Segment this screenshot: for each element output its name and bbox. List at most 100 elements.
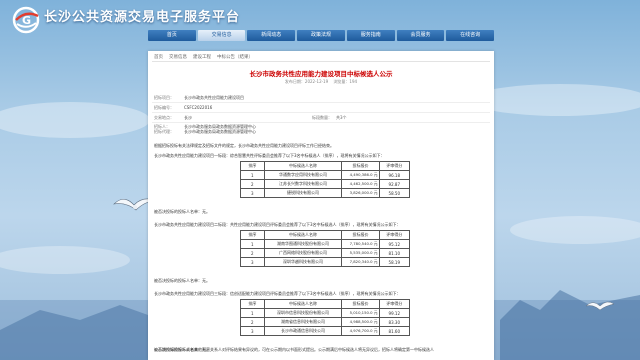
column-header: 中标候选人名称	[263, 230, 343, 240]
column-header: 评审得分	[378, 299, 411, 309]
table-cell: 深圳市信息科技股份有限公司	[263, 308, 343, 318]
paragraph: 被否决投标的投标人名单：无。	[154, 209, 210, 214]
table-cell: 5,010,150.0 元	[341, 308, 380, 318]
table-header-row: 排序 中标候选人名称 投标报价 评审得分	[240, 161, 411, 171]
table-cell: 81.10	[378, 248, 411, 258]
info-value: 共3个	[336, 115, 347, 120]
column-header: 中标候选人名称	[263, 161, 343, 171]
breadcrumb-item[interactable]: 建设工程	[193, 55, 211, 60]
table-cell: 3,826,000.0 元	[341, 188, 380, 198]
info-row: 招标编号： CSFC2022016	[154, 105, 212, 111]
content-panel: 首页 交易信息 建设工程 中标公告（结果） 长沙市政务共性应用能力建设项目中标候选人公…	[148, 51, 494, 360]
paragraph: 长沙市政务共性应用能力建设项目一标段：综合智慧共性评标委员会推荐了以下3名中标候…	[154, 153, 385, 158]
info-value: 长沙市政务共性应用能力建设项目	[184, 95, 244, 100]
nav-item[interactable]: 在线咨询	[446, 30, 495, 41]
table-row: 2 江苏长兴数字科技有限公司 4,462,500.0 元 92.87	[240, 179, 411, 189]
candidate-table: 排序 中标候选人名称 投标报价 评审得分 1 深圳市信息科技股份有限公司 5,010,150…	[240, 299, 411, 336]
table-row: 1 华通数字应用科技有限公司 4,490,386.0 元 96.18	[240, 170, 411, 180]
table-row: 3 捷锐科技有限公司 3,826,000.0 元 58.50	[240, 188, 411, 198]
table-cell: 江苏长兴数字科技有限公司	[263, 179, 343, 189]
nav-item[interactable]: 首页	[148, 30, 196, 41]
column-header: 投标报价	[341, 230, 380, 240]
table-cell: 4,490,386.0 元	[341, 170, 380, 180]
breadcrumb-item[interactable]: 交易信息	[169, 55, 187, 60]
table-row: 1 深圳市信息科技股份有限公司 5,010,150.0 元 99.12	[240, 308, 411, 318]
breadcrumb-item[interactable]: 中标公告（结果）	[217, 55, 253, 60]
info-key: 招标项目：	[154, 95, 174, 100]
paragraph: 根据招标投标有关法律规定及招标文件的规定，长沙市政务共性应用能力建设项目评标工作…	[154, 143, 334, 148]
info-row: 交易地点： 长沙 标段数量： 共3个	[154, 115, 347, 121]
info-row: 招标项目： 长沙市政务共性应用能力建设项目	[154, 95, 244, 101]
info-value: 长沙	[184, 115, 192, 120]
table-cell: 2	[240, 248, 265, 258]
main-nav: 首页 交易信息 新闻动态 政策法规 服务指南 会员服务 在线咨询	[148, 30, 495, 42]
table-cell: 湖南省信息科技有限公司	[263, 317, 343, 327]
site-logo-icon: G	[12, 6, 40, 34]
view-count: 浏览量：194	[333, 79, 358, 84]
nav-item[interactable]: 交易信息	[197, 30, 246, 41]
site-header: G 长沙公共资源交易电子服务平台 首页 交易信息 新闻动态 政策法规 服务指南 会员服务在…	[0, 0, 640, 44]
divider	[152, 122, 490, 123]
table-cell: 81.60	[378, 326, 411, 336]
column-header: 投标报价	[341, 161, 380, 171]
table-cell: 1	[240, 308, 265, 318]
table-cell: 3	[240, 257, 265, 267]
table-cell: 7,780,540.0 元	[341, 239, 380, 249]
table-cell: 5,535,000.0 元	[341, 248, 380, 258]
table-cell: 2	[240, 179, 265, 189]
page-title: 长沙市政务共性应用能力建设项目中标候选人公示	[249, 70, 393, 78]
table-cell: 4,462,500.0 元	[341, 179, 380, 189]
table-cell: 1	[240, 170, 265, 180]
paragraph: 被否决投标的投标人名单：无。	[154, 278, 210, 283]
scroll-fade	[148, 352, 494, 360]
table-cell: 1	[240, 239, 265, 249]
table-cell: 95.12	[378, 239, 411, 249]
table-cell: 92.87	[378, 179, 411, 189]
nav-item[interactable]: 政策法规	[297, 30, 345, 41]
doc-meta: 发布日期：2022-12-19 浏览量：194	[148, 79, 494, 85]
divider	[152, 112, 490, 113]
info-key: 交易地点：	[154, 115, 174, 120]
table-cell: 长沙市政通信息科技公司	[263, 326, 343, 336]
table-cell: 广西网络科技股份有限公司	[263, 248, 343, 258]
info-value: CSFC2022016	[184, 105, 213, 110]
candidate-table: 排序 中标候选人名称 投标报价 评审得分 1 湖南华图通科技股份有限公司 7,780,540…	[240, 230, 411, 267]
svg-text:G: G	[22, 14, 31, 27]
divider	[152, 61, 490, 62]
table-cell: 2	[240, 317, 265, 327]
info-key: 标段数量：	[312, 115, 332, 120]
table-cell: 华通数字应用科技有限公司	[263, 170, 343, 180]
table-cell: 3	[240, 326, 265, 336]
nav-item[interactable]: 新闻动态	[247, 30, 296, 41]
nav-item[interactable]: 服务指南	[346, 30, 395, 41]
column-header: 评审得分	[378, 161, 411, 171]
table-row: 1 湖南华图通科技股份有限公司 7,780,540.0 元 95.12	[240, 239, 411, 249]
column-header: 评审得分	[378, 230, 411, 240]
table-row: 2 广西网络科技股份有限公司 5,535,000.0 元 81.10	[240, 248, 411, 258]
column-header: 投标报价	[341, 299, 380, 309]
column-header: 排序	[240, 161, 265, 171]
publish-date: 发布日期：2022-12-19	[284, 79, 329, 84]
table-cell: 深圳华越科技有限公司	[263, 257, 343, 267]
table-row: 3 深圳华越科技有限公司 7,820,340.0 元 58.19	[240, 257, 411, 267]
paragraph: 长沙市政务共性应用能力建设项目三标段：信创适配能力建设项目评标委员会推荐了以下3…	[154, 291, 401, 296]
candidate-table: 排序 中标候选人名称 投标报价 评审得分 1 华通数字应用科技有限公司 4,490,386.…	[240, 161, 411, 198]
table-row: 2 湖南省信息科技有限公司 4,988,500.0 元 83.30	[240, 317, 411, 327]
column-header: 排序	[240, 299, 265, 309]
table-cell: 4,988,500.0 元	[341, 317, 380, 327]
table-cell: 7,820,340.0 元	[341, 257, 380, 267]
breadcrumb: 首页 交易信息 建设工程 中标公告（结果）	[154, 54, 259, 60]
info-key: 招标编号：	[154, 105, 174, 110]
nav-item[interactable]: 会员服务	[396, 30, 445, 41]
table-cell: 99.12	[378, 308, 411, 318]
paragraph: 长沙市政务共性应用能力建设项目二标段：共性应用能力建设项目评标委员会推荐了以下3…	[154, 222, 401, 227]
table-header-row: 排序 中标候选人名称 投标报价 评审得分	[240, 230, 411, 240]
breadcrumb-item[interactable]: 首页	[154, 55, 163, 60]
column-header: 排序	[240, 230, 265, 240]
info-key: 招标代理：	[154, 129, 174, 134]
table-cell: 3	[240, 188, 265, 198]
table-cell: 捷锐科技有限公司	[263, 188, 343, 198]
table-cell: 96.18	[378, 170, 411, 180]
info-value: 长沙市政务服务局政务数据资源管理中心	[184, 129, 256, 134]
seagull-image	[585, 301, 615, 311]
